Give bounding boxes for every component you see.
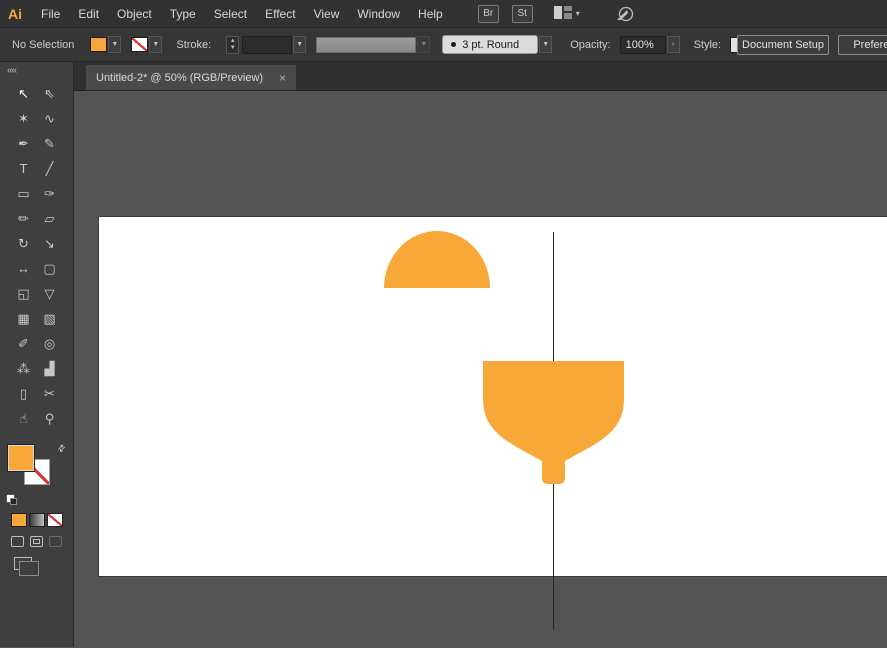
stroke-weight-stepper[interactable]: ▲▼ [226,36,239,54]
paintbrush-tool[interactable]: ✑ [37,181,63,206]
drawing-modes-row [11,536,62,547]
bridge-button[interactable]: Br [478,5,499,23]
document-tab-title: Untitled-2* @ 50% (RGB/Preview) [96,72,263,84]
fill-color-swatch[interactable] [90,37,107,52]
fill-dropdown-button[interactable]: ▼ [108,36,121,53]
tools-panel: «« ↖⇖✶∿✒✎T╱▭✑✏▱↻↘↔▢◱▽▦▧✐◎⁂▟▯✂☝⚲ ⇄ [0,62,74,647]
lasso-tool[interactable]: ∿ [37,106,63,131]
hand-tool[interactable]: ☝ [11,406,37,431]
width-profile-chevron[interactable]: ▼ [417,36,430,53]
draw-normal-button[interactable] [11,536,24,547]
opacity-chevron[interactable]: › [667,36,680,53]
style-label: Style: [694,39,722,51]
zoom-tool[interactable]: ⚲ [37,406,63,431]
stroke-dropdown-button[interactable]: ▼ [149,36,162,53]
fill-stroke-widget: ⇄ [8,445,60,495]
mesh-tool[interactable]: ▦ [11,306,37,331]
blend-tool[interactable]: ◎ [37,331,63,356]
close-tab-icon[interactable]: × [279,71,286,85]
document-tab-bar: Untitled-2* @ 50% (RGB/Preview) × [74,62,887,91]
curvature-tool[interactable]: ✎ [37,131,63,156]
color-mode-row [11,513,63,527]
scale-tool[interactable]: ↘ [37,231,63,256]
none-button[interactable] [47,513,63,527]
semicircle-shape[interactable] [384,231,490,288]
eraser-tool[interactable]: ▱ [37,206,63,231]
stock-button[interactable]: St [512,5,533,23]
slice-tool[interactable]: ✂ [37,381,63,406]
stroke-weight-dropdown[interactable]: ▼ [293,36,306,53]
stroke-color-swatch[interactable] [131,37,148,52]
eyedropper-tool[interactable]: ✐ [11,331,37,356]
opacity-field[interactable]: 100% [620,36,666,54]
pen-tool[interactable]: ✒ [11,131,37,156]
width-profile-dropdown[interactable] [316,37,416,53]
magic-wand-tool[interactable]: ✶ [11,106,37,131]
menu-view[interactable]: View [305,7,349,21]
swap-fill-stroke-button[interactable]: ⇄ [56,442,69,455]
chevron-down-icon: ▾ [576,9,580,18]
direct-selection-tool[interactable]: ⇖ [37,81,63,106]
draw-behind-button[interactable] [30,536,43,547]
draw-inside-button[interactable] [49,536,62,547]
symbol-sprayer-tool[interactable]: ⁂ [11,356,37,381]
menu-object[interactable]: Object [108,7,161,21]
width-tool[interactable]: ↔ [11,256,37,281]
opacity-label: Opacity: [570,39,610,51]
selection-status: No Selection [12,39,74,51]
gradient-button[interactable] [29,513,45,527]
type-tool[interactable]: T [11,156,37,181]
illustrator-logo: Ai [8,6,22,22]
line-segment-tool[interactable]: ╱ [37,156,63,181]
rectangle-tool[interactable]: ▭ [11,181,37,206]
screen-mode-button[interactable] [14,557,32,570]
workspace-switcher[interactable]: ▾ [554,6,580,22]
selection-tool[interactable]: ↖ [11,81,37,106]
brush-preview-icon [451,42,456,47]
menu-type[interactable]: Type [161,7,205,21]
rotate-tool[interactable]: ↻ [11,231,37,256]
document-tab[interactable]: Untitled-2* @ 50% (RGB/Preview) × [86,65,296,90]
menu-help[interactable]: Help [409,7,452,21]
workspace-icon [554,6,572,22]
gpu-performance-icon[interactable] [615,5,634,22]
stroke-label: Stroke: [176,39,211,51]
menu-bar: Ai FileEditObjectTypeSelectEffectViewWin… [0,0,887,28]
artboard-tool[interactable]: ▯ [11,381,37,406]
column-graph-tool[interactable]: ▟ [37,356,63,381]
pencil-tool[interactable]: ✏ [11,206,37,231]
brush-dropdown[interactable]: 3 pt. Round [442,35,538,54]
canvas[interactable] [74,91,887,647]
brush-value: 3 pt. Round [462,39,519,51]
document-setup-button[interactable]: Document Setup [737,35,829,55]
preferences-button[interactable]: Preferences [838,35,887,55]
default-fill-stroke-button[interactable] [6,494,15,503]
control-bar: No Selection ▼ ▼ Stroke: ▲▼ ▼ ▼ 3 pt. Ro… [0,28,887,62]
menu-effect[interactable]: Effect [256,7,304,21]
perspective-grid-tool[interactable]: ▽ [37,281,63,306]
menu-select[interactable]: Select [205,7,256,21]
color-button[interactable] [11,513,27,527]
brush-chevron[interactable]: ▼ [539,36,552,53]
stroke-weight-field[interactable] [242,36,292,54]
shape-builder-tool[interactable]: ◱ [11,281,37,306]
free-transform-tool[interactable]: ▢ [37,256,63,281]
menu-items: FileEditObjectTypeSelectEffectViewWindow… [32,7,452,21]
funnel-shape[interactable] [483,361,624,485]
fill-indicator[interactable] [8,445,34,471]
tools-grid: ↖⇖✶∿✒✎T╱▭✑✏▱↻↘↔▢◱▽▦▧✐◎⁂▟▯✂☝⚲ [11,81,63,431]
gradient-tool[interactable]: ▧ [37,306,63,331]
collapse-panel-button[interactable]: «« [0,62,23,76]
menu-edit[interactable]: Edit [69,7,108,21]
menu-file[interactable]: File [32,7,69,21]
menu-window[interactable]: Window [348,7,409,21]
